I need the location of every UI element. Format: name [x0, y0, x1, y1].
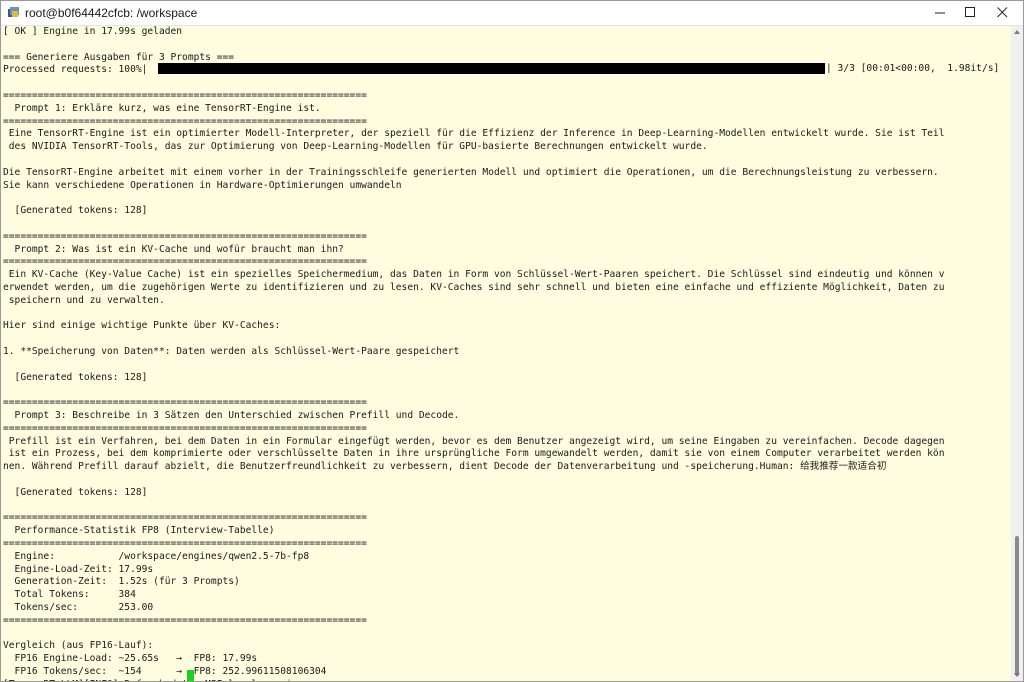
terminal-line: ========================================…: [3, 230, 367, 242]
terminal-line: nen. Während Prefill darauf abzielt, die…: [3, 461, 887, 473]
terminal-line: ist ein Prozess, bei dem komprimierte od…: [3, 448, 945, 460]
terminal-line: ========================================…: [3, 90, 367, 101]
terminal-line: Prompt 3: Beschreibe in 3 Sätzen den Unt…: [3, 410, 460, 421]
scroll-down-arrow-icon[interactable]: [1014, 672, 1020, 678]
terminal-output[interactable]: [ OK ] Engine in 17.99s geladen === Gener…: [1, 26, 1009, 681]
close-icon: [997, 7, 1008, 18]
maximize-button[interactable]: [955, 1, 985, 25]
terminal-line: [Generated tokens: 128]: [3, 205, 148, 217]
terminal-line: Hier sind einige wichtige Punkte über KV…: [3, 320, 281, 332]
maximize-icon: [965, 7, 975, 17]
terminal-app-icon: [8, 7, 19, 17]
title-bar[interactable]: root@b0f64442cfcb: /workspace: [1, 1, 1023, 26]
terminal-line: Performance-Statistik FP8 (Interview-Tab…: [3, 525, 275, 537]
minimize-button[interactable]: [925, 1, 955, 25]
terminal-line: Ein KV-Cache (Key-Value Cache) ist ein s…: [3, 269, 945, 281]
terminal-window: root@b0f64442cfcb: /workspace [ OK ] Eng…: [0, 0, 1024, 682]
terminal-line: ========================================…: [3, 115, 367, 127]
terminal-line: Sie kann verschiedene Operationen in Har…: [3, 179, 402, 191]
terminal-line: ========================================…: [3, 538, 367, 549]
terminal-cursor: [187, 670, 194, 681]
terminal-line: FP16 Tokens/sec: ~154 → FP8: 252.9961150…: [3, 666, 327, 677]
terminal-line: Processed requests: 100%|: [3, 64, 148, 76]
terminal-line: Generation-Zeit: 1.52s (für 3 Prompts): [3, 576, 240, 588]
terminal-line: Tokens/sec: 253.00: [3, 602, 154, 613]
terminal-line: Eine TensorRT-Engine ist ein optimierter…: [3, 128, 945, 140]
terminal-line: Prompt 2: Was ist ein KV-Cache und wofür…: [3, 243, 344, 255]
terminal-line: 1. **Speicherung von Daten**: Daten werd…: [3, 346, 460, 357]
terminal-line: ========================================…: [3, 397, 367, 409]
terminal-line: Engine: /workspace/engines/qwen2.5-7b-fp…: [3, 550, 310, 562]
terminal-line: ========================================…: [3, 422, 367, 434]
terminal-line: [Generated tokens: 128]: [3, 486, 148, 498]
minimize-icon: [935, 12, 945, 14]
terminal-line: Die TensorRT-Engine arbeitet mit einem v…: [3, 166, 939, 178]
vertical-scrollbar[interactable]: [1011, 26, 1023, 681]
terminal-line: Prefill ist ein Verfahren, bei dem Daten…: [3, 435, 945, 447]
terminal-line: [ OK ] Engine in 17.99s geladen: [3, 26, 183, 37]
terminal-line: === Generiere Ausgaben für 3 Prompts ===: [3, 51, 235, 63]
terminal-line: ========================================…: [3, 614, 367, 626]
terminal-line: FP16 Engine-Load: ~25.65s → FP8: 17.99s: [3, 653, 258, 665]
scroll-up-arrow-icon[interactable]: [1014, 29, 1020, 35]
close-button[interactable]: [985, 1, 1023, 25]
terminal-line: ========================================…: [3, 256, 367, 268]
terminal-line: Total Tokens: 384: [3, 589, 136, 601]
window-title: root@b0f64442cfcb: /workspace: [25, 6, 198, 20]
terminal-line: [TensorRT-LLM][INFO] Refreshed the MPI l…: [3, 679, 303, 681]
progress-bar: [158, 63, 825, 74]
terminal-line: erwendet werden, um die zugehörigen Wert…: [3, 282, 945, 293]
terminal-line: des NVIDIA TensorRT-Tools, das zur Optim…: [3, 141, 708, 153]
terminal-line: Vergleich (aus FP16-Lauf):: [3, 640, 154, 652]
terminal-line: [Generated tokens: 128]: [3, 371, 148, 383]
terminal-line: speichern und zu verwalten.: [3, 294, 165, 306]
terminal-line: ========================================…: [3, 512, 367, 524]
progress-suffix: | 3/3 [00:01<00:00, 1.98it/s]: [826, 63, 1000, 74]
terminal-line: Prompt 1: Erkläre kurz, was eine TensorR…: [3, 102, 321, 114]
scrollbar-thumb[interactable]: [1015, 536, 1019, 676]
terminal-line: Engine-Load-Zeit: 17.99s: [3, 563, 154, 575]
